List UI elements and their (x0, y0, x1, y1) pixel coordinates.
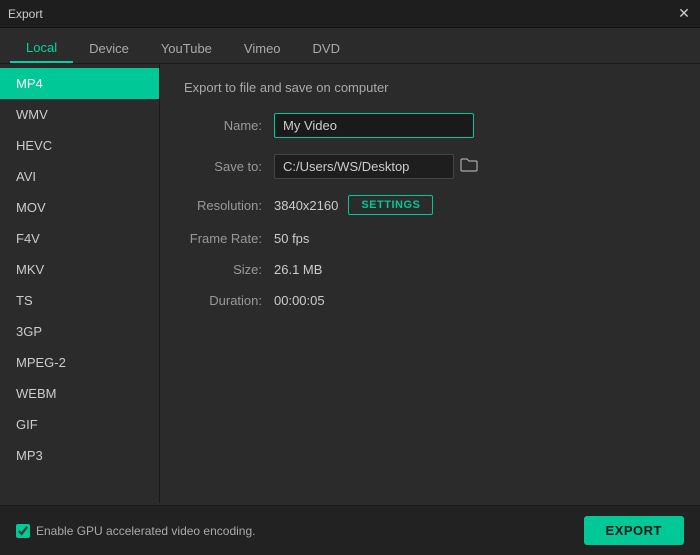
panel-title: Export to file and save on computer (184, 80, 676, 95)
sidebar-item-ts[interactable]: TS (0, 285, 159, 316)
save-to-input[interactable] (274, 154, 454, 179)
resolution-container: 3840x2160 SETTINGS (274, 195, 433, 215)
sidebar-item-avi[interactable]: AVI (0, 161, 159, 192)
format-sidebar: MP4 WMV HEVC AVI MOV F4V MKV TS 3GP MPEG… (0, 64, 160, 503)
sidebar-item-wmv[interactable]: WMV (0, 99, 159, 130)
export-panel: Export to file and save on computer Name… (160, 64, 700, 503)
size-label: Size: (184, 262, 274, 277)
nav-tabs: Local Device YouTube Vimeo DVD (0, 28, 700, 64)
resolution-row: Resolution: 3840x2160 SETTINGS (184, 195, 676, 215)
gpu-label-text: Enable GPU accelerated video encoding. (36, 524, 255, 538)
sidebar-item-mpeg2[interactable]: MPEG-2 (0, 347, 159, 378)
name-input[interactable] (274, 113, 474, 138)
settings-button[interactable]: SETTINGS (348, 195, 433, 215)
duration-row: Duration: 00:00:05 (184, 293, 676, 308)
framerate-row: Frame Rate: 50 fps (184, 231, 676, 246)
sidebar-item-hevc[interactable]: HEVC (0, 130, 159, 161)
folder-icon[interactable] (460, 157, 478, 176)
title-bar: Export ✕ (0, 0, 700, 28)
size-value: 26.1 MB (274, 262, 322, 277)
gpu-checkbox[interactable] (16, 524, 30, 538)
framerate-value: 50 fps (274, 231, 309, 246)
bottom-bar: Enable GPU accelerated video encoding. E… (0, 505, 700, 555)
gpu-label[interactable]: Enable GPU accelerated video encoding. (16, 524, 255, 538)
resolution-value: 3840x2160 (274, 198, 338, 213)
name-label: Name: (184, 118, 274, 133)
framerate-label: Frame Rate: (184, 231, 274, 246)
close-button[interactable]: ✕ (676, 6, 692, 22)
sidebar-item-mkv[interactable]: MKV (0, 254, 159, 285)
title-bar-title: Export (8, 7, 43, 21)
main-content: MP4 WMV HEVC AVI MOV F4V MKV TS 3GP MPEG… (0, 64, 700, 503)
sidebar-item-3gp[interactable]: 3GP (0, 316, 159, 347)
save-to-row: Save to: (184, 154, 676, 179)
tab-youtube[interactable]: YouTube (145, 34, 228, 63)
name-row: Name: (184, 113, 676, 138)
tab-dvd[interactable]: DVD (297, 34, 356, 63)
sidebar-item-gif[interactable]: GIF (0, 409, 159, 440)
tab-local[interactable]: Local (10, 34, 73, 63)
sidebar-item-webm[interactable]: WEBM (0, 378, 159, 409)
sidebar-item-f4v[interactable]: F4V (0, 223, 159, 254)
size-row: Size: 26.1 MB (184, 262, 676, 277)
resolution-label: Resolution: (184, 198, 274, 213)
duration-value: 00:00:05 (274, 293, 325, 308)
tab-device[interactable]: Device (73, 34, 145, 63)
sidebar-item-mp3[interactable]: MP3 (0, 440, 159, 471)
sidebar-item-mp4[interactable]: MP4 (0, 68, 159, 99)
duration-label: Duration: (184, 293, 274, 308)
sidebar-item-mov[interactable]: MOV (0, 192, 159, 223)
save-to-container (274, 154, 478, 179)
export-button[interactable]: EXPORT (584, 516, 684, 545)
save-to-label: Save to: (184, 159, 274, 174)
tab-vimeo[interactable]: Vimeo (228, 34, 297, 63)
